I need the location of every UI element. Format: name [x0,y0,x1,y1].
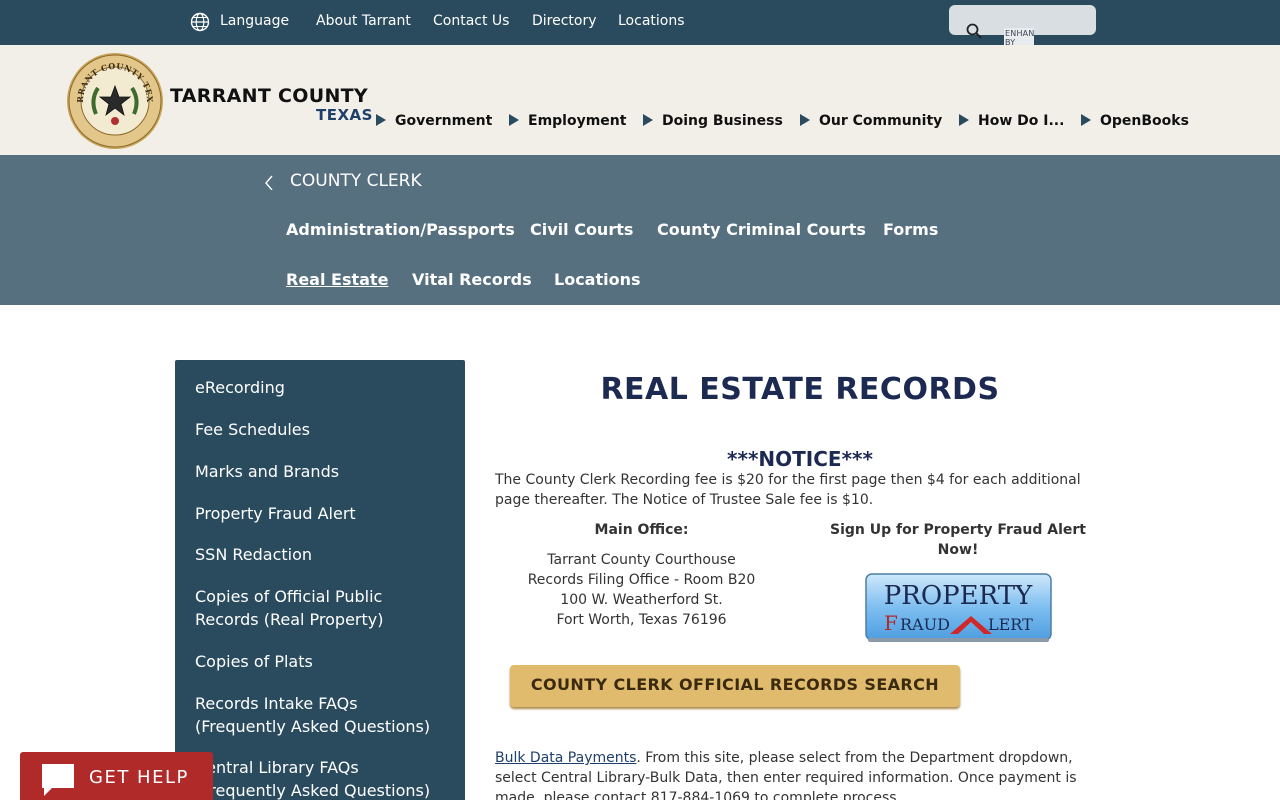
nav-label: How Do I... [978,113,1065,129]
nav-label: OpenBooks [1100,113,1189,129]
triangle-right-icon [643,114,653,126]
bulk-data-paragraph: Bulk Data Payments. From this site, plea… [495,748,1095,800]
address-line: 100 W. Weatherford St. [560,592,723,608]
nav-label: Our Community [819,113,943,129]
notice-text: The County Clerk Recording fee is $20 fo… [495,472,1081,508]
get-help-button[interactable]: GET HELP [20,752,213,800]
nav-openbooks[interactable]: OpenBooks [1081,113,1189,129]
brand-subtitle: TEXAS [316,106,373,124]
address-line: Fort Worth, Texas 76196 [556,612,727,628]
address-line: Records Filing Office - Room B20 [527,572,756,588]
nav-label: Government [395,113,493,129]
top-link-directory[interactable]: Directory [532,13,597,29]
top-link-about[interactable]: About Tarrant [316,13,411,29]
globe-icon [190,12,210,32]
bulk-data-payments-link[interactable]: Bulk Data Payments [495,750,636,766]
nav-our-community[interactable]: Our Community [800,113,942,129]
nav-doing-business[interactable]: Doing Business [643,113,783,129]
sidebar-item-intake-faqs[interactable]: Records Intake FAQs (Frequently Asked Qu… [195,692,445,738]
triangle-right-icon [1081,114,1091,126]
nav-label: Employment [528,113,627,129]
top-link-locations[interactable]: Locations [618,13,685,29]
nav-label: Doing Business [662,113,783,129]
property-fraud-alert-logo[interactable]: PROPERTY F RAUD LERT [864,572,1053,644]
triangle-right-icon [376,114,386,126]
office-address: Tarrant County Courthouse Records Filing… [495,550,788,630]
top-link-contact[interactable]: Contact Us [433,13,509,29]
department-title[interactable]: COUNTY CLERK [290,171,422,191]
enhanced-by-badge: ENHANCED BY [1004,28,1034,45]
sidebar-item-fee-schedules[interactable]: Fee Schedules [195,418,455,441]
sidebar-item-copies-plats[interactable]: Copies of Plats [195,650,455,673]
triangle-right-icon [800,114,810,126]
chevron-left-icon[interactable] [263,174,275,190]
svg-text:LERT: LERT [988,615,1033,634]
notice-heading: ***NOTICE*** [727,447,873,471]
county-seal-logo[interactable]: TARRANT COUNTY TEXAS [66,52,164,150]
nav-how-do-i[interactable]: How Do I... [959,113,1064,129]
language-selector[interactable]: Language [220,13,289,29]
sidebar-item-ssn-redaction[interactable]: SSN Redaction [195,543,455,566]
search-icon[interactable] [966,23,982,39]
dept-link-forms[interactable]: Forms [883,220,938,239]
get-help-label: GET HELP [89,767,189,788]
svg-text:RAUD: RAUD [900,615,950,634]
page-title: REAL ESTATE RECORDS [600,372,1000,407]
triangle-right-icon [959,114,969,126]
nav-government[interactable]: Government [376,113,492,129]
svg-text:PROPERTY: PROPERTY [884,581,1033,611]
sidebar-item-erecording[interactable]: eRecording [195,376,455,399]
dept-link-civil-courts[interactable]: Civil Courts [530,220,633,239]
sidebar-item-copies-records[interactable]: Copies of Official Public Records (Real … [195,585,425,631]
address-line: Tarrant County Courthouse [547,552,736,568]
dept-link-criminal-courts[interactable]: County Criminal Courts [657,220,866,239]
dept-link-real-estate[interactable]: Real Estate [286,270,388,289]
nav-employment[interactable]: Employment [509,113,626,129]
dept-link-locations[interactable]: Locations [554,270,641,289]
sidebar-item-library-faqs[interactable]: Central Library FAQs (Frequently Asked Q… [195,756,445,800]
dept-link-administration[interactable]: Administration/Passports [286,220,515,239]
triangle-right-icon [509,114,519,126]
fraud-alert-signup-heading: Sign Up for Property Fraud Alert Now! [830,522,1086,558]
brand-title[interactable]: TARRANT COUNTY [170,85,368,107]
sidebar-item-marks-brands[interactable]: Marks and Brands [195,460,455,483]
sidebar-item-fraud-alert[interactable]: Property Fraud Alert [195,502,455,525]
svg-text:F: F [884,611,898,635]
official-records-search-button[interactable]: COUNTY CLERK OFFICIAL RECORDS SEARCH [510,665,960,707]
chat-bubble-icon [42,764,74,796]
main-office-heading: Main Office: [594,522,689,538]
dept-link-vital-records[interactable]: Vital Records [412,270,532,289]
